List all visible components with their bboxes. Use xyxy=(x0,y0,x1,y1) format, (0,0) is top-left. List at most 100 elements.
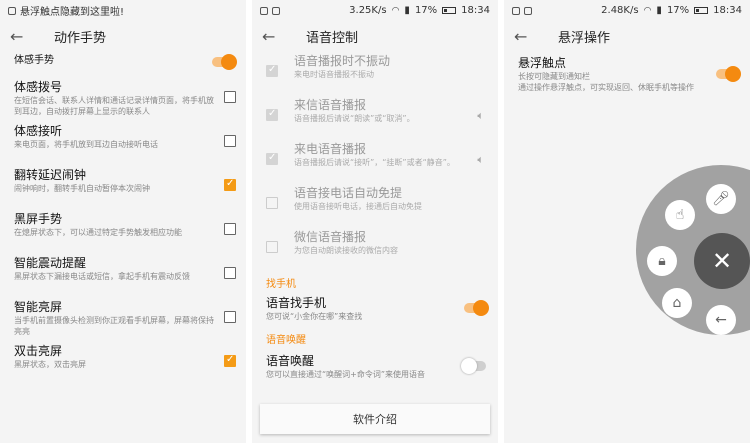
checkbox[interactable] xyxy=(266,197,278,209)
notification-icon xyxy=(512,6,520,15)
notification-icon xyxy=(8,6,16,15)
voice-wake-toggle[interactable] xyxy=(461,358,486,374)
list-item[interactable]: 翻转延迟闹钟闹钟响时，翻转手机自动暂停本次闹钟 xyxy=(0,167,246,207)
list-item-desc: 来电时语音播报不振动 xyxy=(294,70,374,79)
list-item-desc: 在熄屏状态下，可以通过特定手势触发相应功能 xyxy=(14,228,182,237)
checkbox[interactable] xyxy=(224,267,236,279)
section-header-find: 找手机 xyxy=(266,279,296,290)
list-item-title: 翻转延迟闹钟 xyxy=(14,168,87,182)
status-notice: 悬浮触点隐藏到这里啦! xyxy=(20,7,125,18)
find-phone-desc: 您可说“小金你在哪”来查找 xyxy=(266,312,363,321)
gesture-icon[interactable]: ☝ xyxy=(665,200,695,230)
voice-wake-row[interactable]: 语音唤醒 您可以直接通过“唤醒词+命令词”来使用语音 xyxy=(252,353,498,387)
app-bar: ← 动作手势 xyxy=(0,21,246,51)
list-item-title: 体感接听 xyxy=(14,124,63,138)
list-item[interactable]: 体感接听来电页面，将手机放到耳边自动接听电话 xyxy=(0,123,246,163)
wifi-icon: ◠ xyxy=(391,5,400,16)
floating-touch-desc: 长按可隐藏到通知栏 通过操作悬浮触点，可实现返回、休眠手机等操作 xyxy=(518,72,694,92)
checkbox[interactable] xyxy=(266,64,278,77)
list-item[interactable]: 语音接电话自动免提使用语音接听电话，接通后自动免提 xyxy=(252,185,498,225)
network-speed: 2.48K/s xyxy=(601,5,639,16)
list-item-desc: 当手机前置摄像头检测到你正观看手机屏幕，屏幕将保持亮亮 xyxy=(14,316,214,336)
voice-wake-title: 语音唤醒 xyxy=(266,354,315,368)
panel-motion-gestures: 悬浮触点隐藏到这里啦! ← 动作手势 体感手势 体感拨号在短信会话、联系人详情和… xyxy=(0,0,246,443)
microphone-icon[interactable]: 🎤︎ xyxy=(706,184,736,214)
list-item-title: 语音接电话自动免提 xyxy=(294,186,403,200)
close-icon[interactable]: ✕ xyxy=(694,233,750,289)
battery-percent: 17% xyxy=(414,5,438,16)
list-item[interactable]: 体感拨号在短信会话、联系人详情和通话记录详情页面，将手机放到耳边，自动拨打屏幕上… xyxy=(0,79,246,119)
master-toggle-row[interactable]: 体感手势 xyxy=(0,51,246,75)
list-item-desc: 使用语音接听电话，接通后自动免提 xyxy=(294,202,422,211)
back-arrow-icon[interactable]: ← xyxy=(262,27,288,46)
list-item-desc: 语音播报后请说“朗读”或“取消”。 xyxy=(294,114,415,123)
checkbox[interactable] xyxy=(224,91,236,103)
list-item-title: 来信语音播报 xyxy=(294,98,367,112)
list-item-title: 来电语音播报 xyxy=(294,142,367,156)
signal-icon: ▮ xyxy=(404,5,410,16)
floating-touch-row[interactable]: 悬浮触点 长按可隐藏到通知栏 通过操作悬浮触点，可实现返回、休眠手机等操作 xyxy=(504,55,750,101)
status-bar: 2.48K/s ◠ ▮ 17% 18:34 xyxy=(504,0,750,21)
checkbox[interactable] xyxy=(224,223,236,235)
list-item[interactable]: 微信语音播报为您自动朗读接收的微信内容 xyxy=(252,229,498,269)
list-item-desc: 黑屏状态下漏接电话或短信，拿起手机有震动反馈 xyxy=(14,272,190,281)
list-item[interactable]: 来信语音播报语音播报后请说“朗读”或“取消”。 🔈︎ xyxy=(252,97,498,137)
list-item-desc: 闹钟响时，翻转手机自动暂停本次闹钟 xyxy=(14,184,150,193)
list-item-desc: 黑屏状态，双击亮屏 xyxy=(14,360,86,369)
motion-gestures-toggle[interactable] xyxy=(212,54,237,70)
list-item[interactable]: 黑屏手势 在熄屏状态下，可以通过特定手势触发相应功能 xyxy=(0,211,246,251)
list-item-desc: 语音播报后请说“接听”，“挂断”或者“静音”。 xyxy=(294,158,455,167)
list-item[interactable]: 来电语音播报语音播报后请说“接听”，“挂断”或者“静音”。 🔈︎ xyxy=(252,141,498,181)
signal-icon: ▮ xyxy=(656,5,662,16)
find-phone-toggle[interactable] xyxy=(464,300,489,316)
checkbox[interactable] xyxy=(224,135,236,147)
floating-touch-toggle[interactable] xyxy=(716,66,741,82)
list-item[interactable]: 双击亮屏黑屏状态，双击亮屏 xyxy=(0,343,246,383)
master-toggle-label: 体感手势 xyxy=(14,55,54,66)
panel-floating-operation: 2.48K/s ◠ ▮ 17% 18:34 ← 悬浮操作 悬浮触点 长按可隐藏到… xyxy=(504,0,750,443)
back-arrow-icon[interactable]: ← xyxy=(514,27,540,46)
find-phone-row[interactable]: 语音找手机 您可说“小金你在哪”来查找 xyxy=(252,295,498,329)
checkbox[interactable] xyxy=(224,178,236,191)
battery-percent: 17% xyxy=(666,5,690,16)
checkbox[interactable] xyxy=(266,241,278,253)
app-bar: ← 悬浮操作 xyxy=(504,21,750,51)
checkbox[interactable] xyxy=(266,152,278,165)
back-arrow-icon[interactable]: ← xyxy=(10,27,36,46)
notification-icon xyxy=(260,6,268,15)
list-item-desc: 为您自动朗读接收的微信内容 xyxy=(294,246,398,255)
page-title: 悬浮操作 xyxy=(558,30,611,46)
list-item-title: 微信语音播报 xyxy=(294,230,367,244)
lock-icon[interactable]: 🔒︎ xyxy=(647,246,677,276)
checkbox[interactable] xyxy=(266,108,278,121)
list-item-title: 体感拨号 xyxy=(14,80,63,94)
software-intro-button[interactable]: 软件介绍 xyxy=(260,404,490,434)
app-bar: ← 语音控制 xyxy=(252,21,498,51)
voice-wake-desc: 您可以直接通过“唤醒词+命令词”来使用语音 xyxy=(266,370,425,379)
speaker-icon[interactable]: 🔈︎ xyxy=(477,109,484,123)
list-item-title: 智能亮屏 xyxy=(14,300,63,314)
speaker-icon[interactable]: 🔈︎ xyxy=(477,153,484,167)
checkbox[interactable] xyxy=(224,311,236,323)
network-speed: 3.25K/s xyxy=(349,5,387,16)
list-item[interactable]: 语音播报时不振动来电时语音播报不振动 xyxy=(252,53,498,93)
page-title: 动作手势 xyxy=(54,30,107,46)
back-icon[interactable]: ← xyxy=(706,305,736,335)
checkbox[interactable] xyxy=(224,354,236,367)
panel-voice-control: 3.25K/s ◠ ▮ 17% 18:34 ← 语音控制 语音播报时不振动来电时… xyxy=(252,0,498,443)
list-item-desc: 来电页面，将手机放到耳边自动接听电话 xyxy=(14,140,158,149)
wifi-icon: ◠ xyxy=(643,5,652,16)
list-item[interactable]: 智能亮屏当手机前置摄像头检测到你正观看手机屏幕，屏幕将保持亮亮 xyxy=(0,299,246,339)
clock: 18:34 xyxy=(461,5,490,16)
list-item-title: 语音播报时不振动 xyxy=(294,54,391,68)
battery-icon xyxy=(442,7,457,14)
battery-icon xyxy=(694,7,709,14)
list-item[interactable]: 智能震动提醒 黑屏状态下漏接电话或短信，拿起手机有震动反馈 xyxy=(0,255,246,295)
list-item-desc: 在短信会话、联系人详情和通话记录详情页面，将手机放到耳边，自动拨打屏幕上显示的联… xyxy=(14,96,214,116)
list-item-title: 双击亮屏 xyxy=(14,344,63,358)
clock: 18:34 xyxy=(713,5,742,16)
home-icon[interactable]: ⌂ xyxy=(662,288,692,318)
status-bar: 悬浮触点隐藏到这里啦! xyxy=(0,0,246,21)
section-header-wake: 语音唤醒 xyxy=(266,335,306,346)
floating-touch-title: 悬浮触点 xyxy=(518,56,567,70)
